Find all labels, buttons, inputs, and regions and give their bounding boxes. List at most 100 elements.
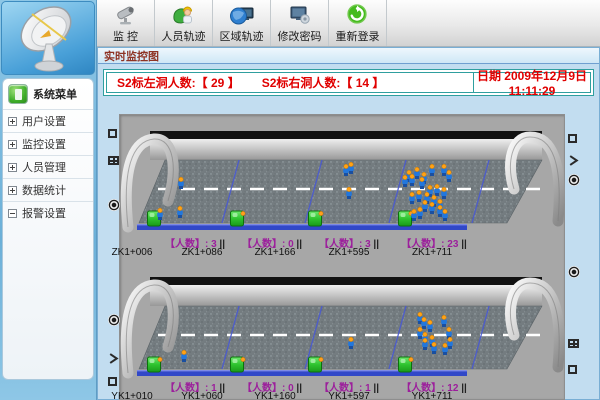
person-marker — [431, 342, 437, 354]
station-label: YK1+597 — [328, 391, 369, 400]
person-equipment-icon — [108, 351, 119, 369]
plus-box-icon[interactable] — [8, 186, 17, 195]
sidebar-item-2[interactable]: 人员管理 — [3, 155, 93, 178]
person-marker — [437, 205, 443, 217]
person-marker — [348, 162, 354, 174]
person-marker — [446, 170, 452, 182]
date-time: 日期 2009年12月9日 11:11:29 — [474, 67, 590, 98]
station-label: YK1+060 — [181, 391, 222, 400]
reader-box — [309, 357, 324, 372]
person-marker — [178, 177, 184, 189]
person-marker — [427, 320, 433, 332]
square-equipment-icon — [108, 377, 117, 386]
sidebar-item-1[interactable]: 监控设置 — [3, 132, 93, 155]
person-marker — [434, 184, 440, 196]
person-marker — [181, 350, 187, 362]
boundary-tick: || — [296, 239, 302, 250]
person-track-button[interactable]: 人员轨迹 — [155, 0, 213, 46]
boundary-tick: || — [373, 239, 379, 250]
sidebar-item-3[interactable]: 数据统计 — [3, 178, 93, 201]
toolbar: 监 控 人员轨迹 区域轨迹 修改密码 — [97, 0, 600, 47]
sidebar-item-label: 数据统计 — [22, 182, 66, 198]
sidebar-item-label: 监控设置 — [22, 136, 66, 152]
cam-equipment-icon — [568, 174, 580, 186]
system-menu-header: 系统菜单 — [3, 79, 93, 109]
person-marker — [417, 207, 423, 219]
toolbar-button-label: 重新登录 — [336, 28, 380, 44]
left-tunnel-count: S2标左洞人数:【 29 】 — [117, 74, 240, 91]
person-marker — [429, 164, 435, 176]
person-marker — [343, 164, 349, 176]
tab-realtime-monitor[interactable]: 实时监控图 — [104, 48, 159, 64]
boundary-tick: || — [461, 239, 467, 250]
person-marker — [441, 187, 447, 199]
change-password-button[interactable]: 修改密码 — [271, 0, 329, 46]
person-marker — [177, 206, 183, 218]
person-marker — [409, 192, 415, 204]
person-marker — [409, 174, 415, 186]
sidebar-item-4[interactable]: 报警设置 — [3, 201, 93, 224]
cam-equipment-icon — [108, 314, 120, 326]
reader-box — [231, 357, 246, 372]
reader-box — [231, 211, 246, 226]
person-marker — [419, 177, 425, 189]
station-label: YK1+010 — [111, 391, 152, 400]
square-equipment-icon — [568, 134, 577, 143]
sidebar-item-0[interactable]: 用户设置 — [3, 109, 93, 132]
station-label: ZK1+006 — [112, 247, 153, 258]
tunnel-graphic-left — [120, 125, 566, 235]
person-marker — [442, 343, 448, 355]
reader-box — [148, 357, 163, 372]
person-marker — [411, 209, 417, 221]
grid-equipment-icon — [108, 156, 119, 165]
person-marker — [442, 209, 448, 221]
relogin-button[interactable]: 重新登录 — [329, 0, 387, 46]
person-equipment-icon — [568, 153, 579, 171]
person-marker — [348, 337, 354, 349]
reader-box — [399, 357, 414, 372]
person-marker — [402, 175, 408, 187]
tunnel-counts: S2标左洞人数:【 29 】 S2标右洞人数:【 14 】 — [107, 73, 474, 92]
plus-box-icon[interactable] — [8, 163, 17, 172]
toolbar-spacer — [387, 0, 600, 46]
system-menu: 系统菜单 用户设置监控设置人员管理数据统计报警设置 — [2, 78, 94, 380]
reader-box — [309, 211, 324, 226]
boundary-tick: || — [296, 383, 302, 394]
toolbar-button-label: 修改密码 — [278, 28, 322, 44]
boundary-tick: || — [373, 383, 379, 394]
tunnel-road — [139, 160, 542, 223]
minus-box-icon[interactable] — [8, 209, 17, 218]
person-marker — [346, 187, 352, 199]
person-marker — [421, 317, 427, 329]
station-label: YK1+711 — [412, 391, 453, 400]
monitor-button[interactable]: 监 控 — [97, 0, 155, 46]
station-label: ZK1+086 — [182, 247, 223, 258]
person-marker — [447, 337, 453, 349]
person-marker — [414, 167, 420, 179]
cam-equipment-icon — [568, 266, 580, 278]
satellite-dish-icon — [2, 2, 95, 75]
area-track-button[interactable]: 区域轨迹 — [213, 0, 271, 46]
tunnel-baseline-highlight — [137, 224, 467, 225]
plus-box-icon[interactable] — [8, 117, 17, 126]
boundary-tick: || — [461, 383, 467, 394]
sidebar-item-label: 人员管理 — [22, 159, 66, 175]
app-logo — [1, 1, 95, 75]
tunnel-monitor-panel: 【人数】: 3 ||【人数】: 0 ||【人数】: 3 ||【人数】: 23 |… — [119, 114, 565, 400]
main-area: 实时监控图 S2标左洞人数:【 29 】 S2标右洞人数:【 14 】 日期 2… — [97, 47, 600, 400]
station-label: ZK1+166 — [255, 247, 296, 258]
person-marker — [441, 315, 447, 327]
sidebar-item-label: 报警设置 — [22, 205, 66, 221]
person-marker — [422, 200, 428, 212]
reader-box — [399, 211, 414, 226]
station-label: YK1+160 — [254, 391, 295, 400]
right-tunnel-count: S2标右洞人数:【 14 】 — [262, 74, 385, 91]
person-marker — [441, 164, 447, 176]
tunnel-ceiling — [150, 277, 542, 306]
plus-box-icon[interactable] — [8, 140, 17, 149]
person-track-icon — [171, 3, 197, 27]
toolbar-button-label: 监 控 — [113, 28, 138, 44]
tabstrip: 实时监控图 — [98, 48, 599, 64]
globe-track-icon — [229, 3, 255, 27]
toolbar-button-label: 人员轨迹 — [162, 28, 206, 44]
